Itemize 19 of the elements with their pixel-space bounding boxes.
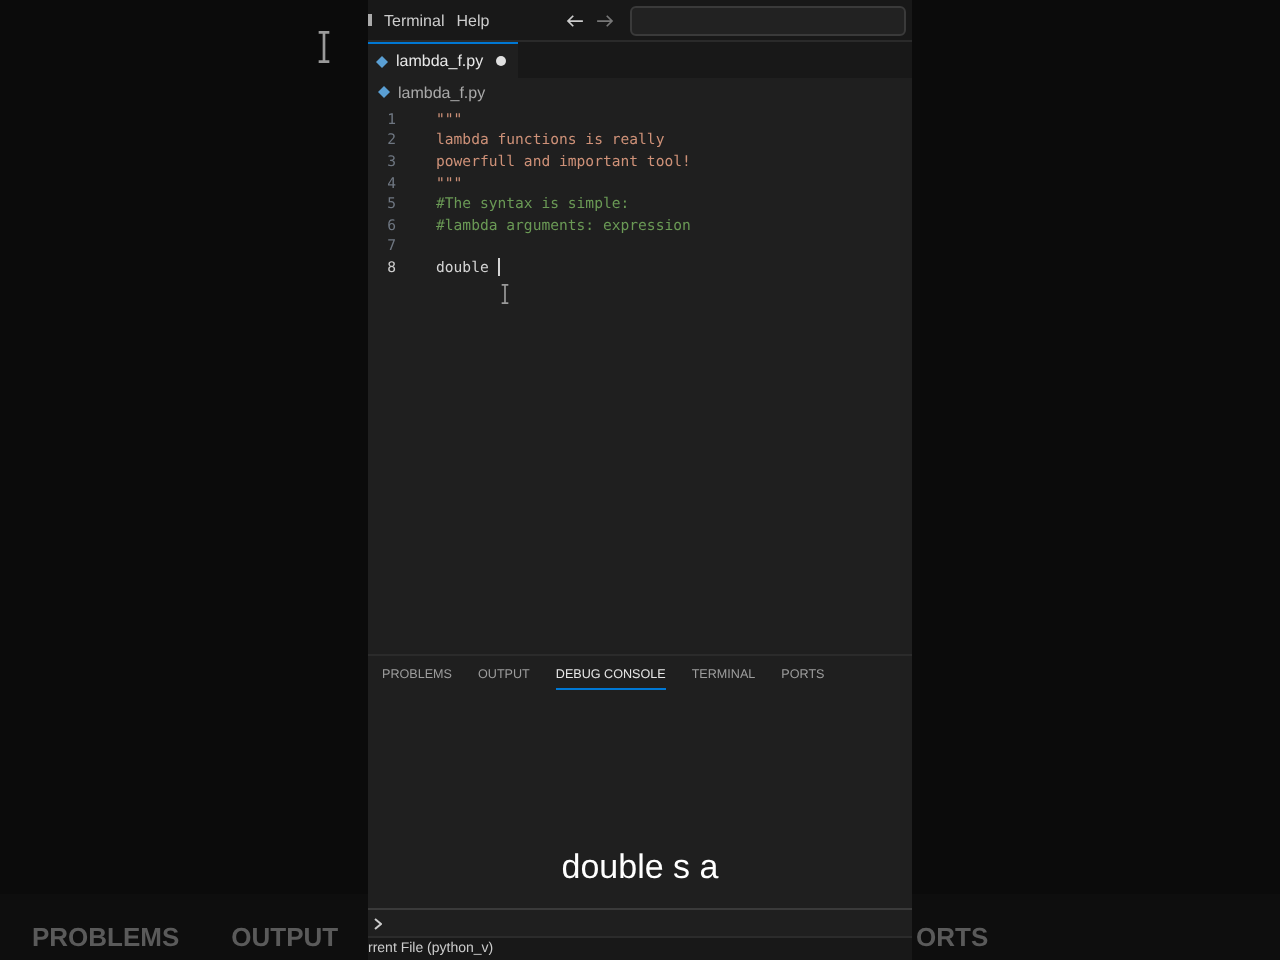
search-field[interactable]: [629, 5, 906, 35]
blurred-tab-label: PROBLEMS: [32, 922, 180, 954]
back-arrow-icon[interactable]: [565, 13, 584, 27]
forward-arrow-icon[interactable]: [595, 13, 614, 27]
prompt-chevron-icon: [374, 917, 382, 929]
text-caret: [497, 257, 500, 276]
tab-label: lambda_f.py: [396, 52, 484, 70]
unsaved-dot-icon: [495, 56, 506, 66]
video-caption: double s a: [559, 848, 721, 888]
python-file-icon: [376, 55, 388, 67]
menu-item[interactable]: Terminal: [384, 11, 445, 29]
text-cursor-icon: [316, 30, 332, 64]
text-cursor-icon: [500, 283, 510, 304]
python-file-icon: [378, 86, 390, 98]
blurred-tab-label: OUTPUT: [231, 922, 339, 954]
breadcrumb-item[interactable]: lambda_f.py: [398, 83, 486, 101]
blurred-tab-label: ORTS: [916, 922, 989, 954]
menu-item[interactable]: Help: [456, 11, 490, 29]
editor-tab[interactable]: lambda_f.py: [368, 42, 518, 78]
